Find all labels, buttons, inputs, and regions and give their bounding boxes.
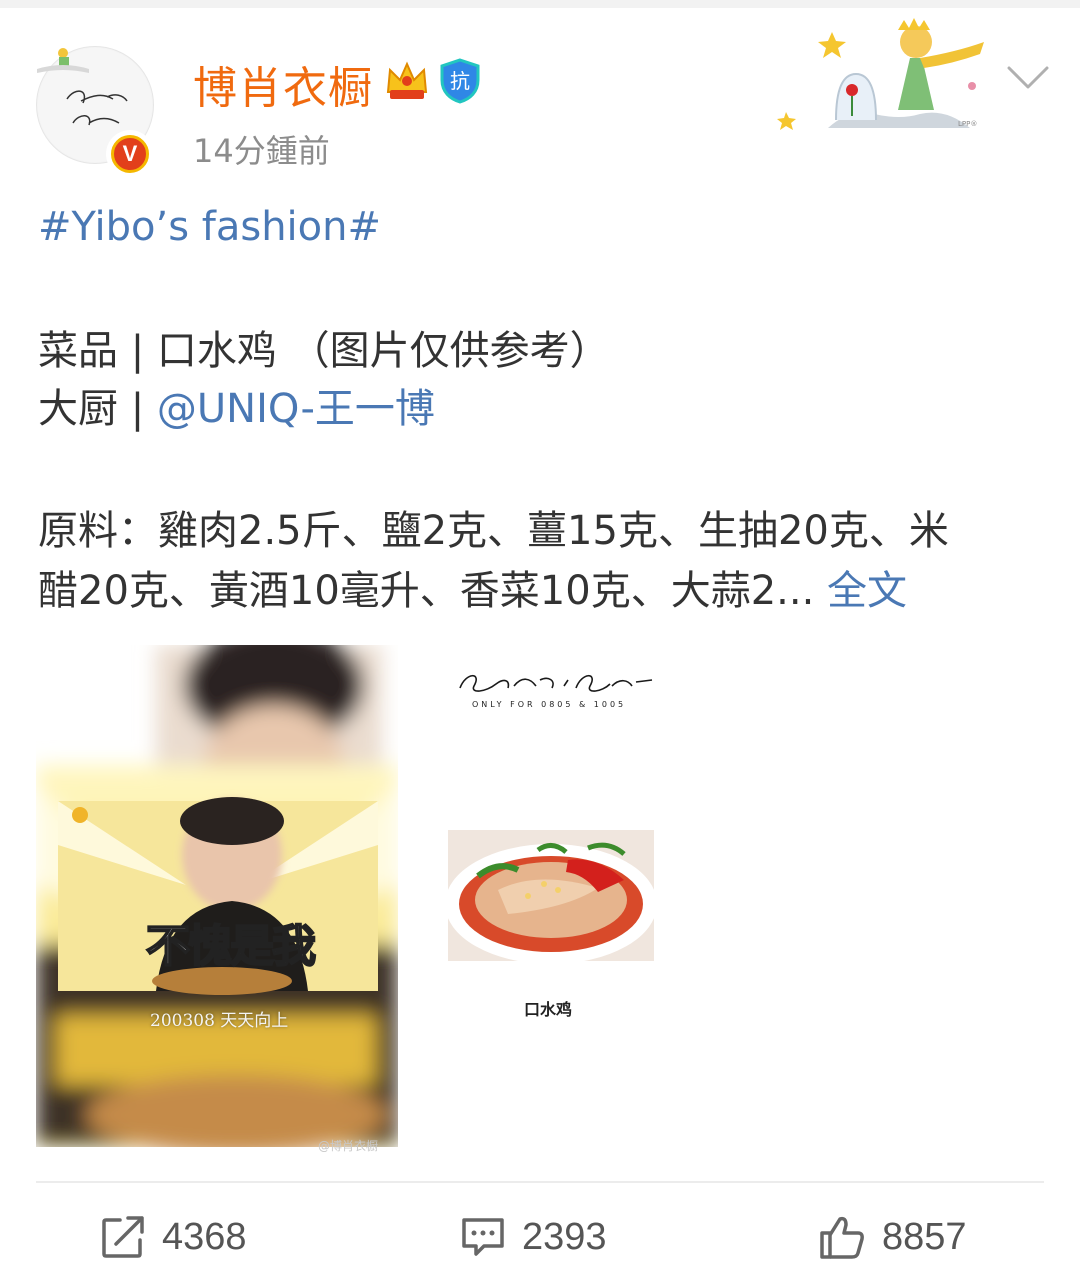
- image-watermark: @博肖衣橱: [318, 1139, 379, 1153]
- thumbs-up-icon: [820, 1216, 864, 1259]
- svg-text:抗: 抗: [450, 69, 470, 93]
- ingredients-line: 醋20克、黃酒10毫升、香菜10克、大蒜2... 全文: [38, 562, 907, 620]
- video-caption: 200308 天天向上: [150, 1011, 289, 1031]
- full-text-link[interactable]: 全文: [827, 568, 907, 614]
- hashtag-link[interactable]: #Yibo’s fashion#: [38, 198, 381, 256]
- crown-vip-icon[interactable]: [384, 58, 430, 104]
- brand-tagline: ONLY FOR 0805 & 1005: [472, 700, 627, 709]
- like-button[interactable]: 8857: [818, 1212, 967, 1262]
- repost-button[interactable]: 4368: [100, 1212, 247, 1262]
- action-divider: [36, 1181, 1044, 1183]
- post-timestamp: 14分鍾前: [193, 132, 330, 170]
- ingredients-text: 醋20克、黃酒10毫升、香菜10克、大蒜2...: [38, 568, 815, 614]
- verified-badge: V: [106, 130, 154, 178]
- chevron-down-icon[interactable]: [1006, 64, 1050, 92]
- comment-count: 2393: [522, 1215, 607, 1258]
- brand-script-logo: [459, 674, 653, 692]
- ingredients-line: 原料：雞肉2.5斤、鹽2克、薑15克、生抽20克、米: [38, 508, 949, 554]
- dish-line: 菜品 | 口水鸡 （图片仅供参考）: [38, 328, 610, 374]
- author-name[interactable]: 博肖衣橱: [193, 52, 373, 116]
- anti-epidemic-badge[interactable]: 抗: [438, 58, 482, 108]
- chef-line: 大厨 | @UNIQ-王一博: [38, 380, 435, 438]
- share-icon: [102, 1216, 144, 1258]
- like-count: 8857: [882, 1215, 967, 1258]
- top-divider: [0, 0, 1080, 8]
- shield-icon: 抗: [440, 58, 480, 104]
- repost-count: 4368: [162, 1215, 247, 1258]
- post-image-video-still[interactable]: [36, 645, 398, 1147]
- chef-mention-link[interactable]: @UNIQ-王一博: [157, 386, 435, 432]
- video-overlay-text: 不愧是我: [145, 920, 317, 973]
- chef-label: 大厨 |: [38, 386, 157, 432]
- dish-label: 口水鸡: [524, 1000, 573, 1019]
- comment-button[interactable]: 2393: [460, 1212, 607, 1262]
- dish-photo: [448, 830, 654, 961]
- svg-text:LPP®: LPP®: [958, 120, 977, 128]
- little-prince-decoration: LPP®: [777, 18, 984, 130]
- comment-icon: [462, 1218, 504, 1256]
